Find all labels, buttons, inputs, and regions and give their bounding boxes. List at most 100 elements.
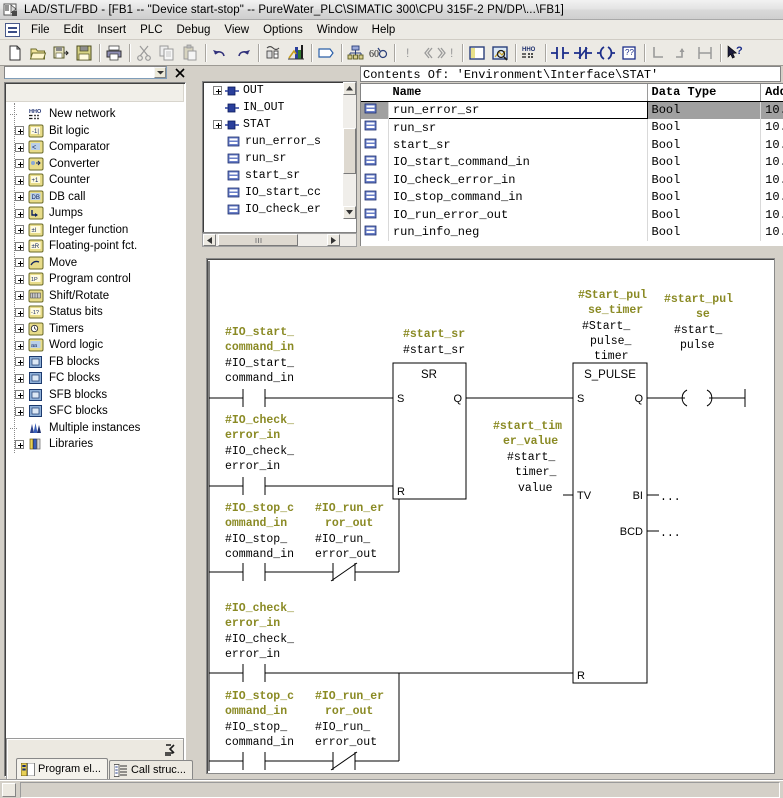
menu-view[interactable]: View (217, 22, 256, 38)
tree-expander[interactable] (15, 258, 24, 268)
interface-node-out[interactable]: OUT (203, 82, 356, 99)
new-icon[interactable] (4, 42, 26, 64)
tree-expander[interactable] (15, 159, 24, 169)
interface-node-start-sr[interactable]: start_sr (203, 167, 356, 184)
download-icon[interactable] (262, 42, 284, 64)
menu-help[interactable]: Help (365, 22, 403, 38)
interface-node-stat[interactable]: STAT (203, 116, 356, 133)
tree-expander[interactable] (15, 274, 24, 284)
scroll-left-arrow[interactable] (203, 234, 216, 246)
cell-data-type[interactable]: Bool (647, 136, 762, 154)
undo-icon[interactable] (209, 42, 231, 64)
tree-item-sfc-blocks[interactable]: SFC blocks (11, 403, 185, 420)
table-row[interactable]: run_info_neg Bool 10.7 FALSE (361, 223, 783, 241)
tree-item-sfb-blocks[interactable]: SFB blocks (11, 387, 185, 404)
interface-node-io-start-command-in[interactable]: IO_start_cc (203, 184, 356, 201)
cell-data-type[interactable]: Bool (647, 206, 762, 224)
tree-expander[interactable] (15, 357, 24, 367)
table-row[interactable]: run_sr Bool 10.1 FALSE (361, 118, 783, 136)
menu-plc[interactable]: PLC (133, 22, 169, 38)
tree-item-move[interactable]: Move (11, 255, 185, 272)
tree-item-jumps[interactable]: Jumps (11, 205, 185, 222)
interface-tree-scrollbar[interactable] (343, 82, 356, 219)
cell-name[interactable]: IO_run_error_out (388, 206, 648, 224)
bcd-open-output[interactable]: ... (647, 527, 681, 540)
interface-node-io-check-error-in[interactable]: IO_check_er (203, 201, 356, 218)
cell-data-type[interactable]: Bool (647, 153, 762, 171)
tree-expander[interactable] (15, 307, 24, 317)
scroll-up-arrow[interactable] (343, 82, 356, 95)
table-row[interactable]: run_error_sr Bool 10.0 FALSE (361, 100, 783, 119)
tree-item-counter[interactable]: +1 Counter (11, 172, 185, 189)
tree-expander[interactable] (15, 208, 24, 218)
tree-expander[interactable] (15, 126, 24, 136)
save-as-icon[interactable] (50, 42, 72, 64)
scrollbar-thumb[interactable] (343, 128, 356, 174)
new-network-icon[interactable]: HHO (519, 42, 541, 64)
contact-io-run-error-out-2[interactable]: #IO_run_er ror_out #IO_run_ error_out (315, 690, 399, 771)
table-row[interactable]: IO_check_error_in Bool 10.4 FALSE (361, 171, 783, 189)
tree-item-shift-rotate[interactable]: Shift/Rotate (11, 288, 185, 305)
cell-name[interactable]: run_error_sr (387, 100, 648, 119)
declaration-table[interactable]: Name Data Type Address Initial Value run… (360, 83, 783, 246)
tree-item-fb-blocks[interactable]: FB blocks (11, 354, 185, 371)
cell-name[interactable]: run_info_neg (388, 223, 648, 241)
contact-io-check-error-in-1[interactable]: #IO_check_ error_in #IO_check_ error_in (209, 414, 399, 495)
empty-box-icon[interactable]: ?? (618, 42, 640, 64)
document-system-icon[interactable] (5, 22, 20, 37)
nc-contact-icon[interactable] (572, 42, 594, 64)
table-row[interactable]: IO_stop_command_in Bool 10.5 FALSE (361, 188, 783, 206)
interface-node-run-error-sr[interactable]: run_error_s (203, 133, 356, 150)
tab-call-structure[interactable]: Call struc... (108, 760, 193, 779)
tree-expander[interactable] (213, 120, 222, 129)
tree-item-word-logic[interactable]: aa Word logic (11, 337, 185, 354)
program-elements-tree[interactable]: HHO New network -1| Bit logic < Comparat… (4, 82, 186, 777)
tv-operand-start-timer-value[interactable]: #start_tim er_value #start_ timer_ value (493, 420, 573, 496)
open-icon[interactable] (27, 42, 49, 64)
tree-item-program-control[interactable]: 1P Program control (11, 271, 185, 288)
jump-to-icon[interactable] (163, 742, 179, 758)
tree-item-fc-blocks[interactable]: FC blocks (11, 370, 185, 387)
tree-item-multiple-instances[interactable]: Multiple instances (10, 420, 185, 437)
ladder-editor[interactable]: #IO_start_ command_in #IO_start_ command… (198, 248, 783, 778)
menu-debug[interactable]: Debug (170, 22, 218, 38)
interface-node-run-sr[interactable]: run_sr (203, 150, 356, 167)
tree-expander[interactable] (15, 340, 24, 350)
tree-item-status-bits[interactable]: -1? Status bits (11, 304, 185, 321)
table-row[interactable]: start_sr Bool 10.2 FALSE (361, 136, 783, 154)
tree-expander[interactable] (15, 324, 24, 334)
element-filter-combo[interactable] (4, 66, 167, 79)
no-contact-icon[interactable] (549, 42, 571, 64)
cell-name[interactable]: start_sr (388, 136, 648, 154)
tree-expander[interactable] (15, 225, 24, 235)
save-icon[interactable] (73, 42, 95, 64)
ladder-canvas[interactable]: #IO_start_ command_in #IO_start_ command… (206, 258, 775, 774)
tree-item-comparator[interactable]: < Comparator (11, 139, 185, 156)
tree-expander[interactable] (15, 192, 24, 202)
tree-item-db-call[interactable]: DB DB call (11, 189, 185, 206)
interface-node-in-out[interactable]: IN_OUT (203, 99, 356, 116)
contact-io-start-command-in[interactable]: #IO_start_ command_in #IO_start_ command… (209, 326, 399, 407)
tree-item-integer-function[interactable]: ±I Integer function (11, 222, 185, 239)
table-row[interactable]: IO_run_error_out Bool 10.6 FALSE (361, 206, 783, 224)
tree-expander[interactable] (15, 373, 24, 383)
menu-options[interactable]: Options (256, 22, 310, 38)
interface-tree[interactable]: OUT IN_OUT STAT run_error_s run_sr start… (202, 81, 357, 233)
cell-name[interactable]: run_sr (388, 118, 648, 136)
sr-flipflop-block[interactable]: #start_sr #start_sr SR S R Q (392, 328, 467, 500)
column-header-data-type[interactable]: Data Type (647, 84, 762, 102)
column-header-address[interactable]: Address (760, 84, 783, 102)
contact-io-run-error-out-1[interactable]: #IO_run_er ror_out #IO_run_ error_out (315, 502, 399, 582)
tree-expander[interactable] (15, 291, 24, 301)
contact-io-stop-command-in-2[interactable]: #IO_stop_c ommand_in #IO_stop_ command_i… (209, 690, 317, 770)
glasses-icon[interactable]: 60 (368, 42, 390, 64)
close-panel-icon[interactable] (173, 66, 187, 79)
status-resize-grip[interactable] (2, 783, 16, 797)
menu-insert[interactable]: Insert (90, 22, 133, 38)
network-icon[interactable] (345, 42, 367, 64)
menu-file[interactable]: File (24, 22, 57, 38)
cell-data-type[interactable]: Bool (647, 118, 762, 136)
chevron-down-icon[interactable] (154, 67, 166, 78)
help-pointer-icon[interactable]: ? (724, 42, 746, 64)
cell-data-type[interactable]: Bool (647, 223, 762, 241)
